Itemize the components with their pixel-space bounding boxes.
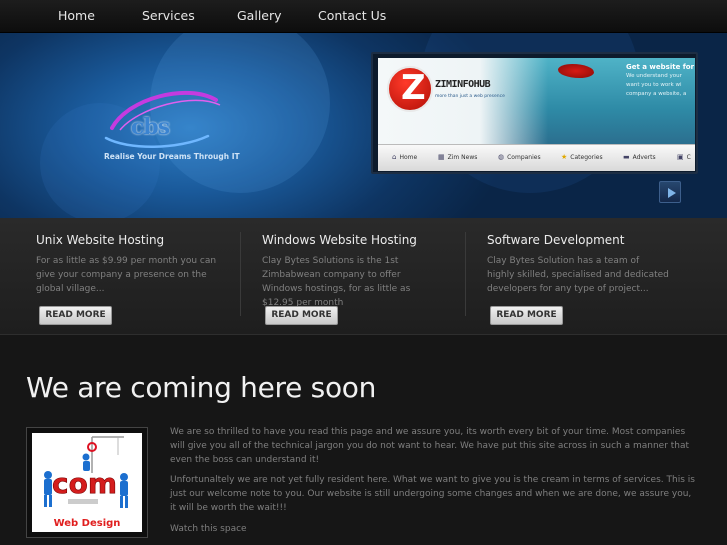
page-heading: We are coming here soon: [26, 371, 377, 404]
read-more-button[interactable]: READ MORE: [265, 306, 338, 325]
features-section: Unix Website Hosting For as little as $9…: [0, 218, 727, 335]
web-design-illustration: com: [44, 436, 128, 508]
feature-software-development: Software Development Clay Bytes Solution…: [487, 218, 697, 335]
feature-description: Clay Bytes Solution has a team of highly…: [487, 256, 669, 294]
zim-logo-icon: Z: [387, 66, 433, 112]
preview-nav: ⌂ Home ▦ Zim News ◍ Companies ★ Categories ▬…: [378, 144, 695, 171]
status-paragraph: Unfortunaltely we are not yet fully resi…: [170, 475, 695, 513]
slideshow-next-button[interactable]: [659, 181, 681, 203]
svg-text:com: com: [52, 467, 117, 500]
read-more-button[interactable]: READ MORE: [39, 306, 112, 325]
calendar-icon: ▣: [677, 153, 684, 161]
feature-windows-hosting: Windows Website Hosting Clay Bytes Solut…: [262, 218, 472, 335]
nav-contact-us[interactable]: Contact Us: [318, 8, 386, 23]
nav-home[interactable]: Home: [58, 8, 95, 23]
feature-description: Clay Bytes Solutions is the 1st Zimbabwe…: [262, 256, 411, 308]
divider: [465, 232, 466, 316]
car-icon: ▬: [623, 153, 630, 161]
main-content: We are coming here soon com Web Design W…: [0, 336, 727, 545]
nav-services[interactable]: Services: [142, 8, 195, 23]
divider: [240, 232, 241, 316]
read-more-button[interactable]: READ MORE: [490, 306, 563, 325]
star-icon: ★: [561, 153, 568, 161]
news-icon: ▦: [438, 153, 445, 161]
preview-brand: ZIMINFOHUB: [435, 79, 491, 90]
web-design-label: Web Design: [53, 518, 121, 529]
feature-description: For as little as $9.99 per month you can…: [36, 256, 217, 294]
feature-title: Windows Website Hosting: [262, 233, 417, 247]
play-icon: [668, 188, 676, 198]
feature-title: Software Development: [487, 233, 625, 247]
web-design-image: com Web Design: [26, 427, 148, 538]
home-icon: ⌂: [392, 153, 397, 161]
top-navigation: Home Services Gallery Contact Us: [0, 0, 727, 33]
tagline: Realise Your Dreams Through IT: [104, 152, 240, 161]
preview-headline: Get a website for: [626, 63, 695, 71]
companies-icon: ◍: [498, 153, 505, 161]
website-preview-slide[interactable]: Z ZIMINFOHUB more than just a web presen…: [371, 52, 698, 174]
preview-screenshot: Z ZIMINFOHUB more than just a web presen…: [378, 58, 695, 171]
preview-brand-sub: more than just a web presence: [435, 94, 505, 99]
nav-gallery[interactable]: Gallery: [237, 8, 282, 23]
logo-text: cbs: [130, 114, 170, 140]
feature-unix-hosting: Unix Website Hosting For as little as $9…: [36, 218, 246, 335]
watch-this-space-text: Watch this space: [170, 524, 247, 534]
hero-banner: cbs Realise Your Dreams Through IT Z ZIM…: [0, 33, 727, 218]
intro-paragraph: We are so thrilled to have you read this…: [170, 427, 690, 465]
feature-title: Unix Website Hosting: [36, 233, 165, 247]
